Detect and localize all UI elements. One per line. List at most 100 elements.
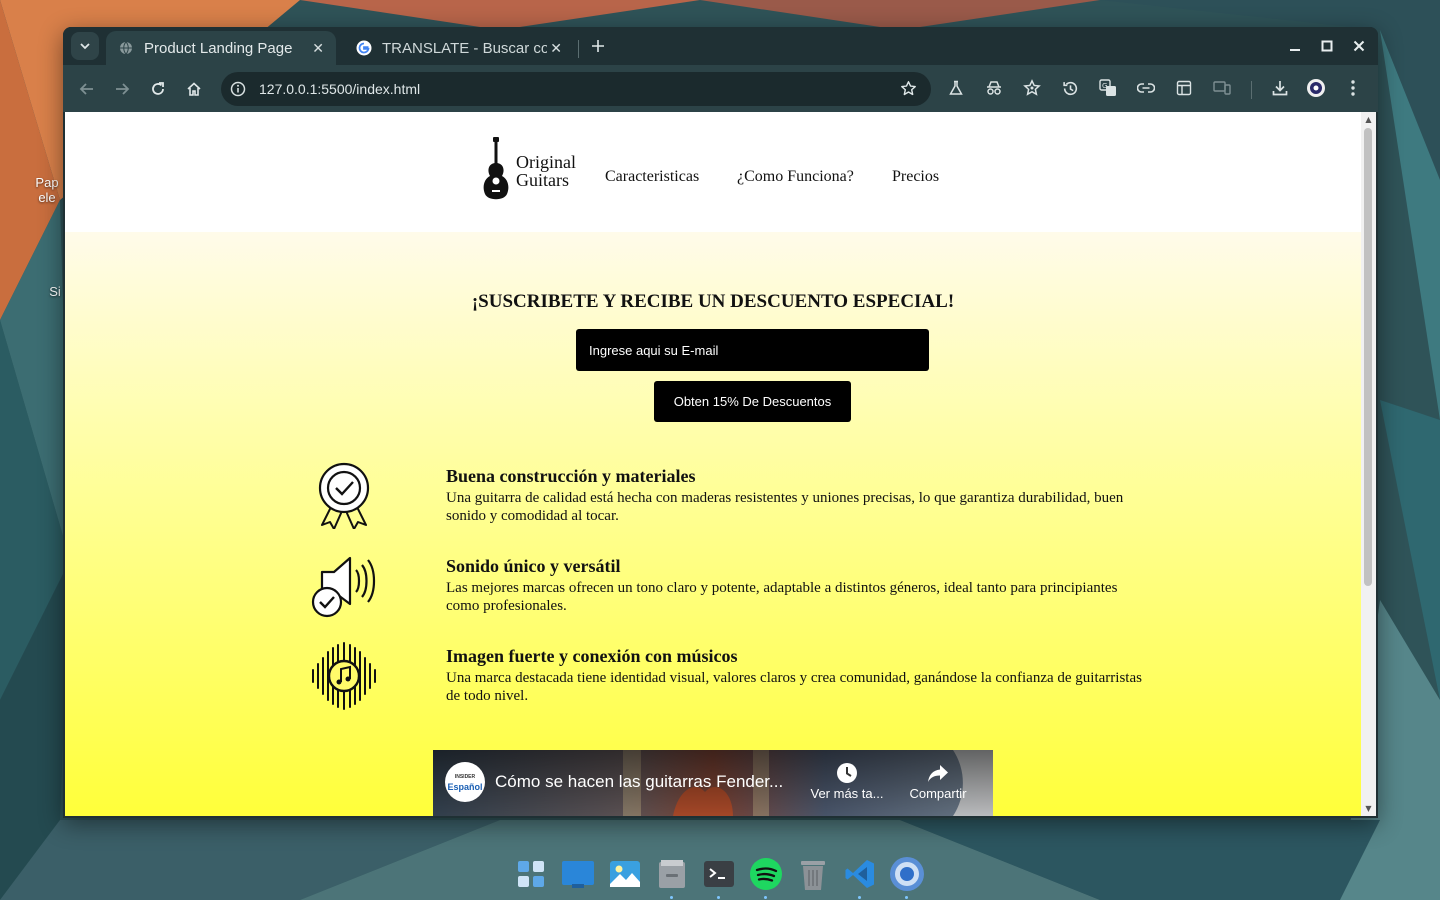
logo-text-line1: Original xyxy=(516,152,576,172)
chrome-icon[interactable] xyxy=(888,855,926,893)
feature-item: Sonido único y versátil Las mejores marc… xyxy=(310,552,1150,622)
minimize-button[interactable] xyxy=(1282,33,1308,59)
link-icon[interactable] xyxy=(1133,75,1159,101)
feature-title: Buena construcción y materiales xyxy=(446,466,696,486)
tab-title: TRANSLATE - Buscar con xyxy=(382,39,547,57)
spotify-icon[interactable] xyxy=(747,855,785,893)
site-header: Original Guitars Caracteristicas ¿Como F… xyxy=(65,112,1361,232)
channel-name-line1: INSIDER xyxy=(454,774,476,780)
channel-name-line2: Español xyxy=(447,782,483,792)
hero-section: ¡SUSCRIBETE Y RECIBE UN DESCUENTO ESPECI… xyxy=(65,232,1361,816)
feature-item: Imagen fuerte y conexión con músicos Una… xyxy=(310,642,1150,712)
bookmark-star-icon[interactable] xyxy=(900,80,917,101)
feature-description: Una guitarra de calidad está hecha con m… xyxy=(446,490,1124,524)
toolbar-separator xyxy=(1251,81,1252,99)
plus-icon xyxy=(592,40,604,52)
more-menu-icon[interactable] xyxy=(1340,75,1366,101)
channel-avatar[interactable]: INSIDER Español xyxy=(445,762,485,802)
nav-link-precios[interactable]: Precios xyxy=(892,168,939,186)
back-button[interactable] xyxy=(73,75,101,103)
maximize-icon xyxy=(1321,40,1333,52)
close-tab-icon[interactable]: ✕ xyxy=(550,40,562,57)
landing-page: Original Guitars Caracteristicas ¿Como F… xyxy=(65,112,1361,816)
guitar-logo-icon xyxy=(483,137,509,200)
share-button[interactable]: Compartir xyxy=(903,762,973,801)
reading-mode-icon[interactable] xyxy=(1171,75,1197,101)
feature-title: Sonido único y versátil xyxy=(446,556,621,576)
scroll-down-icon[interactable]: ▼ xyxy=(1364,804,1373,813)
youtube-video-embed[interactable]: INSIDER Español Cómo se hacen las guitar… xyxy=(433,750,993,816)
feature-description: Las mejores marcas ofrecen un tono claro… xyxy=(446,580,1118,614)
share-label: Compartir xyxy=(909,786,967,801)
app-grid-icon[interactable] xyxy=(512,855,550,893)
nav-link-como-funciona[interactable]: ¿Como Funciona? xyxy=(737,168,854,186)
clock-icon xyxy=(837,763,857,783)
close-icon xyxy=(1353,40,1365,52)
maximize-button[interactable] xyxy=(1314,33,1340,59)
email-input[interactable]: Ingrese aqui su E-mail xyxy=(576,329,929,371)
scroll-up-icon[interactable]: ▲ xyxy=(1364,115,1373,124)
browser-window: Product Landing Page ✕ TRANSLATE - Busca… xyxy=(63,27,1378,818)
feature-item: Buena construcción y materiales Una guit… xyxy=(310,461,1150,531)
page-scrollbar[interactable]: ▲ ▼ xyxy=(1361,112,1376,816)
site-info-icon[interactable] xyxy=(221,81,255,97)
scrollbar-thumb[interactable] xyxy=(1364,128,1372,586)
profile-avatar-icon[interactable] xyxy=(1303,75,1329,101)
tab-search-button[interactable] xyxy=(71,32,99,60)
globe-icon xyxy=(118,40,134,56)
translate-icon[interactable]: G xyxy=(1095,75,1121,101)
bookmarks-star-icon[interactable] xyxy=(1019,75,1045,101)
dock-running-indicator xyxy=(764,896,767,899)
google-icon xyxy=(356,40,372,56)
trash-icon[interactable] xyxy=(794,855,832,893)
logo-text-line2: Guitars xyxy=(516,170,569,190)
watch-later-button[interactable]: Ver más ta... xyxy=(807,762,887,801)
url-text: 127.0.0.1:5500/index.html xyxy=(259,81,421,97)
desktop-icon[interactable] xyxy=(559,855,597,893)
minimize-icon xyxy=(1290,49,1300,51)
speaker-check-icon xyxy=(311,556,376,618)
page-viewport: Original Guitars Caracteristicas ¿Como F… xyxy=(65,112,1376,816)
dock-running-indicator xyxy=(858,896,861,899)
home-icon xyxy=(187,82,201,96)
arrow-right-icon xyxy=(116,83,130,95)
svg-text:G: G xyxy=(1102,82,1107,90)
close-window-button[interactable] xyxy=(1346,33,1372,59)
video-title[interactable]: Cómo se hacen las guitarras Fender... xyxy=(495,772,800,792)
downloads-icon[interactable] xyxy=(1267,75,1293,101)
site-logo[interactable]: Original Guitars xyxy=(482,137,576,205)
feature-title: Imagen fuerte y conexión con músicos xyxy=(446,646,738,666)
photos-icon[interactable] xyxy=(606,855,644,893)
award-ribbon-icon xyxy=(318,462,370,529)
arrow-left-icon xyxy=(79,83,93,95)
discount-submit-button[interactable]: Obten 15% De Descuentos xyxy=(654,381,851,422)
reload-button[interactable] xyxy=(144,75,172,103)
music-note-soundwave-icon xyxy=(312,642,376,710)
close-tab-icon[interactable]: ✕ xyxy=(312,40,324,57)
labs-flask-icon[interactable] xyxy=(943,75,969,101)
nav-link-caracteristicas[interactable]: Caracteristicas xyxy=(605,168,699,186)
vscode-icon[interactable] xyxy=(841,855,879,893)
desktop-icon-label[interactable]: Si xyxy=(46,284,64,299)
address-bar[interactable]: 127.0.0.1:5500/index.html xyxy=(221,72,931,106)
feature-description: Una marca destacada tiene identidad visu… xyxy=(446,670,1142,704)
dock-running-indicator xyxy=(670,896,673,899)
home-button[interactable] xyxy=(180,75,208,103)
reload-icon xyxy=(152,82,164,95)
desktop-icon-label-line1: Pap xyxy=(35,175,59,190)
incognito-icon[interactable] xyxy=(981,75,1007,101)
cast-device-icon[interactable] xyxy=(1209,75,1235,101)
new-tab-button[interactable] xyxy=(585,33,611,59)
tab-strip: Product Landing Page ✕ TRANSLATE - Busca… xyxy=(63,27,1378,65)
desktop-icon-label-line2: ele xyxy=(38,190,56,205)
chevron-down-icon xyxy=(80,43,90,50)
terminal-icon[interactable] xyxy=(700,855,738,893)
tab-translate[interactable]: TRANSLATE - Buscar con ✕ xyxy=(344,31,574,65)
files-icon[interactable] xyxy=(653,855,691,893)
forward-button[interactable] xyxy=(108,75,136,103)
dock-running-indicator xyxy=(905,896,908,899)
desktop-icon-label[interactable]: Pap ele xyxy=(30,175,64,205)
dock-running-indicator xyxy=(717,896,720,899)
tab-product-landing-page[interactable]: Product Landing Page ✕ xyxy=(106,31,336,65)
history-icon[interactable] xyxy=(1057,75,1083,101)
